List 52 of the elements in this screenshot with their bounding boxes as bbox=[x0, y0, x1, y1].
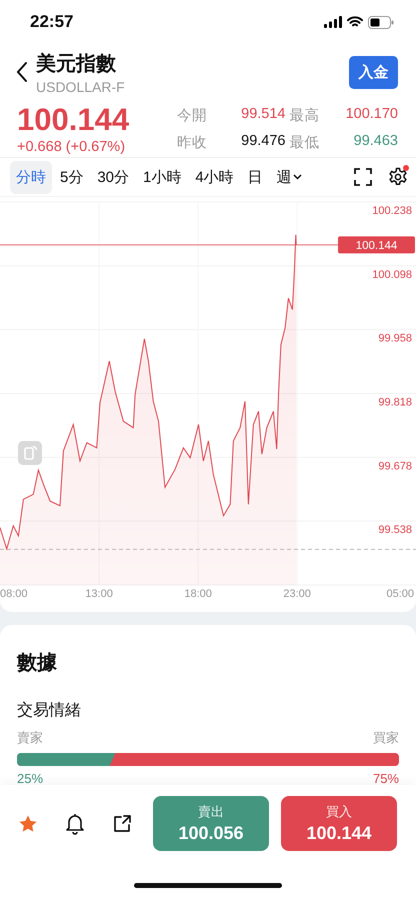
y-axis-label: 99.678 bbox=[378, 460, 412, 472]
buy-button[interactable]: 買入 100.144 bbox=[281, 796, 397, 851]
ref-line-label: 100.144 bbox=[356, 240, 398, 252]
star-icon[interactable] bbox=[18, 814, 38, 834]
period-tab[interactable]: 分時 bbox=[10, 160, 52, 194]
back-icon[interactable] bbox=[16, 61, 28, 83]
battery-icon bbox=[368, 16, 394, 28]
x-axis-label: 05:00 bbox=[386, 588, 414, 600]
status-time: 22:57 bbox=[30, 12, 74, 32]
chevron-down-icon bbox=[292, 174, 302, 180]
settings-icon[interactable] bbox=[388, 167, 408, 187]
seller-percent: 25% bbox=[17, 771, 44, 786]
buyer-percent: 75% bbox=[372, 771, 399, 786]
x-axis-label: 18:00 bbox=[184, 588, 212, 600]
section-title: 數據 bbox=[17, 651, 58, 676]
last-price: 100.144 bbox=[17, 102, 130, 136]
stat-label: 今開 bbox=[177, 106, 207, 124]
y-axis-label: 99.538 bbox=[378, 524, 412, 536]
bell-icon[interactable] bbox=[65, 812, 85, 834]
instrument-symbol: USDOLLAR-F bbox=[36, 78, 126, 94]
price-change: +0.668 (+0.67%) bbox=[17, 138, 126, 154]
period-tab[interactable]: 5分 bbox=[54, 160, 90, 194]
stat-value: 100.170 bbox=[344, 106, 398, 124]
stat-label: 最低 bbox=[290, 134, 320, 152]
x-axis-label: 23:00 bbox=[283, 588, 311, 600]
period-tab[interactable]: 30分 bbox=[91, 160, 136, 194]
y-axis-label: 100.098 bbox=[372, 268, 412, 281]
x-axis-label: 08:00 bbox=[0, 588, 28, 600]
wifi-icon bbox=[347, 16, 363, 28]
stat-value: 99.463 bbox=[352, 132, 398, 150]
fullscreen-icon[interactable] bbox=[354, 168, 372, 186]
period-tab[interactable]: 1小時 bbox=[137, 160, 188, 194]
deposit-button[interactable]: 入金 bbox=[349, 56, 398, 88]
share-icon[interactable] bbox=[112, 814, 132, 834]
signal-icon bbox=[324, 16, 342, 28]
stat-label: 昨收 bbox=[177, 134, 207, 152]
y-axis-label: 100.238 bbox=[372, 205, 412, 217]
seller-label: 賣家 bbox=[17, 729, 43, 747]
instrument-title: 美元指數 bbox=[36, 52, 117, 76]
price-tag: 100.144 bbox=[338, 236, 415, 254]
x-axis-label: 13:00 bbox=[85, 588, 113, 600]
y-axis-label: 99.818 bbox=[378, 396, 412, 408]
y-axis-label: 99.958 bbox=[378, 332, 412, 345]
period-tab[interactable]: 日 bbox=[242, 160, 269, 194]
stat-label: 最高 bbox=[290, 106, 320, 124]
stat-value: 99.514 bbox=[240, 106, 286, 124]
sentiment-title: 交易情緒 bbox=[17, 700, 82, 721]
buyer-label: 買家 bbox=[373, 729, 399, 747]
period-tab[interactable]: 4小時 bbox=[189, 160, 240, 194]
stat-value: 99.476 bbox=[240, 132, 286, 150]
sell-button[interactable]: 賣出 100.056 bbox=[153, 796, 269, 851]
period-tab[interactable]: 週 bbox=[270, 160, 308, 194]
